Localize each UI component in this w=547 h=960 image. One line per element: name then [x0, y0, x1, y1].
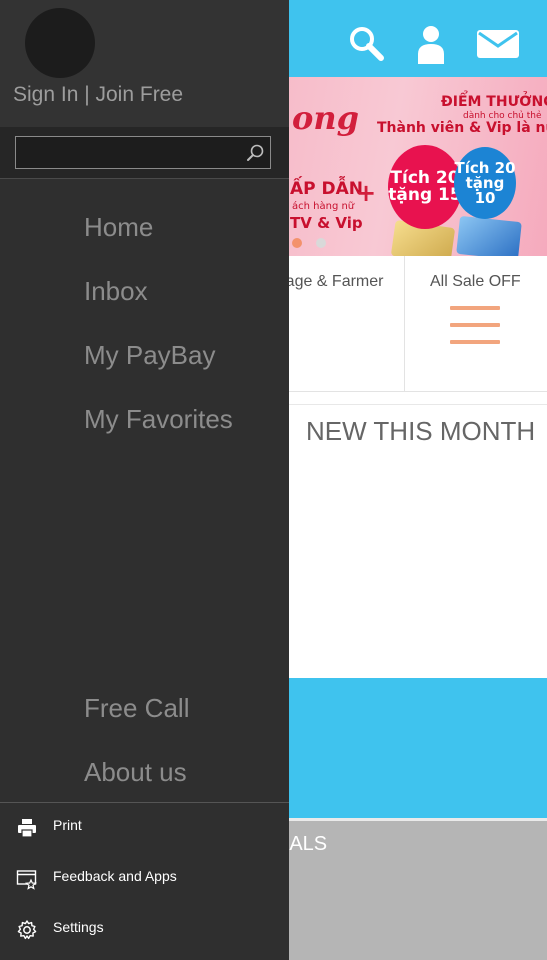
category-village-farmer[interactable]: illage & Farmer: [275, 273, 383, 291]
nav-home[interactable]: Home: [84, 212, 153, 243]
search-input[interactable]: [16, 137, 241, 168]
nav-inbox[interactable]: Inbox: [84, 276, 148, 307]
nav-free-call[interactable]: Free Call: [84, 693, 189, 724]
promo-bubble-blue: Tích 20 tặng 10: [454, 147, 516, 219]
search-icon[interactable]: [344, 22, 388, 66]
print-button[interactable]: Print: [0, 807, 289, 847]
hamburger-icon[interactable]: [450, 306, 500, 344]
nav-my-favorites[interactable]: My Favorites: [84, 404, 233, 435]
mail-icon[interactable]: [476, 22, 520, 66]
banner-left-line-1: ẤP DẪN: [290, 179, 364, 199]
banner-heading-2: Thành viên & Vip là nữ: [377, 120, 547, 136]
printer-icon: [16, 817, 38, 839]
carousel-dot[interactable]: [316, 238, 326, 248]
drawer-footer-divider: [0, 802, 289, 803]
feedback-label: Feedback and Apps: [53, 868, 177, 884]
navigation-drawer: Sign In | Join Free Home Inbox My PayBay…: [0, 0, 289, 960]
banner-left-line-2: ách hàng nữ: [292, 201, 355, 212]
avatar[interactable]: [25, 8, 95, 78]
nav-my-paybay[interactable]: My PayBay: [84, 340, 216, 371]
promo-bubble-pink: Tích 20 tặng 15: [388, 145, 462, 229]
banner-heading: ĐIỂM THƯỞNG: [441, 94, 547, 110]
signin-join-link[interactable]: Sign In | Join Free: [13, 83, 183, 107]
category-divider: [404, 256, 405, 392]
search-field: [15, 136, 271, 169]
settings-button[interactable]: Settings: [0, 909, 289, 949]
promo-bubble-pink-line-2: tặng 15: [388, 185, 462, 205]
feedback-apps-button[interactable]: Feedback and Apps: [0, 858, 289, 898]
banner-left-line-3: TV & Vip: [290, 214, 363, 232]
carousel-dot-active[interactable]: [292, 238, 302, 248]
banner-script-text: ong: [292, 99, 359, 137]
user-icon[interactable]: [409, 22, 453, 66]
drawer-header: Sign In | Join Free: [0, 0, 289, 127]
banner-plus: +: [356, 179, 377, 207]
blue-card-image: [456, 215, 522, 256]
new-this-month-heading: NEW THIS MONTH: [306, 416, 536, 446]
settings-label: Settings: [53, 919, 104, 935]
search-icon[interactable]: [246, 143, 266, 163]
category-all-sale-off[interactable]: All Sale OFF: [430, 273, 521, 291]
nav-about-us[interactable]: About us: [84, 757, 187, 788]
gear-icon: [16, 919, 38, 941]
print-label: Print: [53, 817, 82, 833]
promo-bubble-blue-line-2: tặng 10: [465, 173, 505, 207]
drawer-search-bar: [0, 127, 289, 179]
feedback-star-icon: [16, 868, 38, 890]
